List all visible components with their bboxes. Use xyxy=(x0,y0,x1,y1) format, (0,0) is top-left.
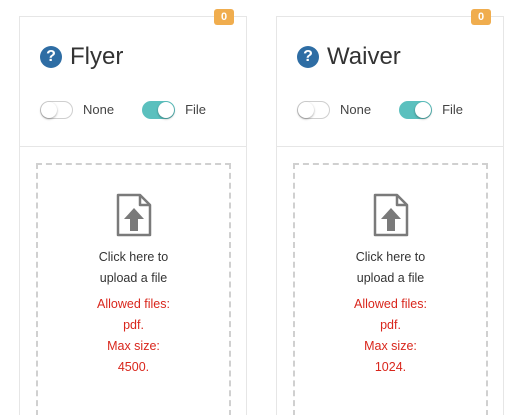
toggle-knob xyxy=(41,102,57,118)
card-divider xyxy=(277,146,503,147)
toggle-knob xyxy=(415,102,432,118)
card-header: ? Waiver xyxy=(297,41,401,73)
question-circle-icon[interactable]: ? xyxy=(40,46,62,68)
card-header: ? Flyer xyxy=(40,41,123,73)
toggle-switch-file[interactable] xyxy=(399,101,433,119)
option-toggles: None File xyxy=(40,101,206,119)
upload-prompt-line: upload a file xyxy=(356,271,425,285)
card-divider xyxy=(20,146,246,147)
file-dropzone[interactable]: Click here to upload a file Allowed file… xyxy=(36,163,231,415)
toggle-label-file: File xyxy=(185,102,207,117)
toggle-knob xyxy=(298,102,314,118)
upload-card-flyer: 0 ? Flyer None File Click here to upload… xyxy=(19,9,247,415)
toggle-none[interactable]: None xyxy=(40,101,114,119)
toggle-label-file: File xyxy=(442,102,464,117)
toggle-switch-none[interactable] xyxy=(297,101,330,119)
option-toggles: None File xyxy=(297,101,463,119)
max-size-label: Max size: xyxy=(107,339,160,353)
toggle-file[interactable]: File xyxy=(399,101,463,119)
count-badge: 0 xyxy=(214,9,234,25)
count-badge: 0 xyxy=(471,9,491,25)
upload-prompt-line: upload a file xyxy=(99,271,168,285)
file-upload-icon xyxy=(116,193,151,237)
question-circle-icon[interactable]: ? xyxy=(297,46,319,68)
upload-prompt: Click here to upload a file xyxy=(295,247,486,289)
upload-rules: Allowed files: pdf. Max size: 4500. xyxy=(38,294,229,378)
toggle-knob xyxy=(158,102,175,118)
upload-prompt-line: Click here to xyxy=(98,250,169,264)
max-size-value: 1024. xyxy=(374,360,407,374)
toggle-label-none: None xyxy=(83,102,115,117)
max-size-value: 4500. xyxy=(117,360,150,374)
card-title: Waiver xyxy=(327,43,401,70)
upload-rules: Allowed files: pdf. Max size: 1024. xyxy=(295,294,486,378)
allowed-files-value: pdf. xyxy=(380,318,401,332)
allowed-files-label: Allowed files: xyxy=(97,297,170,311)
upload-card-waiver: 0 ? Waiver None File Click here to uploa… xyxy=(276,9,504,415)
document-uploads-panel: 0 ? Flyer None File Click here to upload… xyxy=(0,0,509,415)
allowed-files-value: pdf. xyxy=(123,318,144,332)
toggle-none[interactable]: None xyxy=(297,101,371,119)
toggle-switch-none[interactable] xyxy=(40,101,73,119)
max-size-label: Max size: xyxy=(364,339,417,353)
toggle-file[interactable]: File xyxy=(142,101,206,119)
allowed-files-label: Allowed files: xyxy=(354,297,427,311)
card-title: Flyer xyxy=(70,43,124,70)
file-dropzone[interactable]: Click here to upload a file Allowed file… xyxy=(293,163,488,415)
toggle-label-none: None xyxy=(340,102,372,117)
upload-prompt-line: Click here to xyxy=(355,250,426,264)
toggle-switch-file[interactable] xyxy=(142,101,176,119)
upload-prompt: Click here to upload a file xyxy=(38,247,229,289)
file-upload-icon xyxy=(373,193,408,237)
